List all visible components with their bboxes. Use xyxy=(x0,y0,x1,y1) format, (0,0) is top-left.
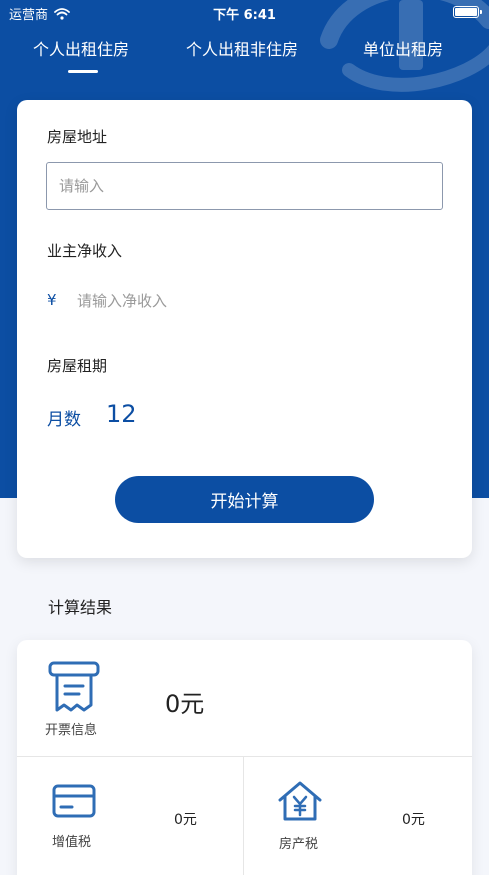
receipt-icon xyxy=(48,661,100,712)
category-tabs: 个人出租住房 个人出租非住房 单位出租房 xyxy=(0,36,489,76)
results-title: 计算结果 xyxy=(48,598,113,617)
tab-personal-non-residential[interactable]: 个人出租非住房 xyxy=(186,36,298,60)
status-time: 下午 6:41 xyxy=(213,8,276,23)
income-label: 业主净收入 xyxy=(47,242,123,260)
term-label: 房屋租期 xyxy=(47,357,108,375)
results-card: 开票信息 0元 增值税 0元 房产税 0元 xyxy=(17,640,472,875)
months-label: 月数 xyxy=(47,410,81,430)
start-calculation-button[interactable]: 开始计算 xyxy=(115,476,374,523)
yuan-symbol: ¥ xyxy=(47,291,57,309)
months-value[interactable]: 12 xyxy=(106,400,137,428)
house-yuan-icon xyxy=(278,781,322,821)
property-tax-value: 0元 xyxy=(402,812,425,828)
status-bar: 运营商 下午 6:41 xyxy=(0,0,489,24)
invoice-value: 0元 xyxy=(165,690,205,718)
tab-personal-residential[interactable]: 个人出租住房 xyxy=(33,36,129,60)
results-divider xyxy=(17,756,472,757)
income-input[interactable] xyxy=(77,284,437,318)
vat-value: 0元 xyxy=(174,812,197,828)
card-icon xyxy=(52,784,96,818)
address-label: 房屋地址 xyxy=(47,128,108,146)
calculator-form-card: 房屋地址 业主净收入 ¥ 房屋租期 月数 12 开始计算 xyxy=(17,100,472,558)
address-input[interactable] xyxy=(46,162,443,210)
property-tax-label: 房产税 xyxy=(279,837,319,852)
battery-icon xyxy=(453,6,482,18)
results-column-divider xyxy=(243,757,244,875)
invoice-label: 开票信息 xyxy=(45,723,98,738)
vat-label: 增值税 xyxy=(52,835,92,850)
active-tab-indicator xyxy=(68,70,98,73)
tab-company-rental[interactable]: 单位出租房 xyxy=(363,36,443,60)
